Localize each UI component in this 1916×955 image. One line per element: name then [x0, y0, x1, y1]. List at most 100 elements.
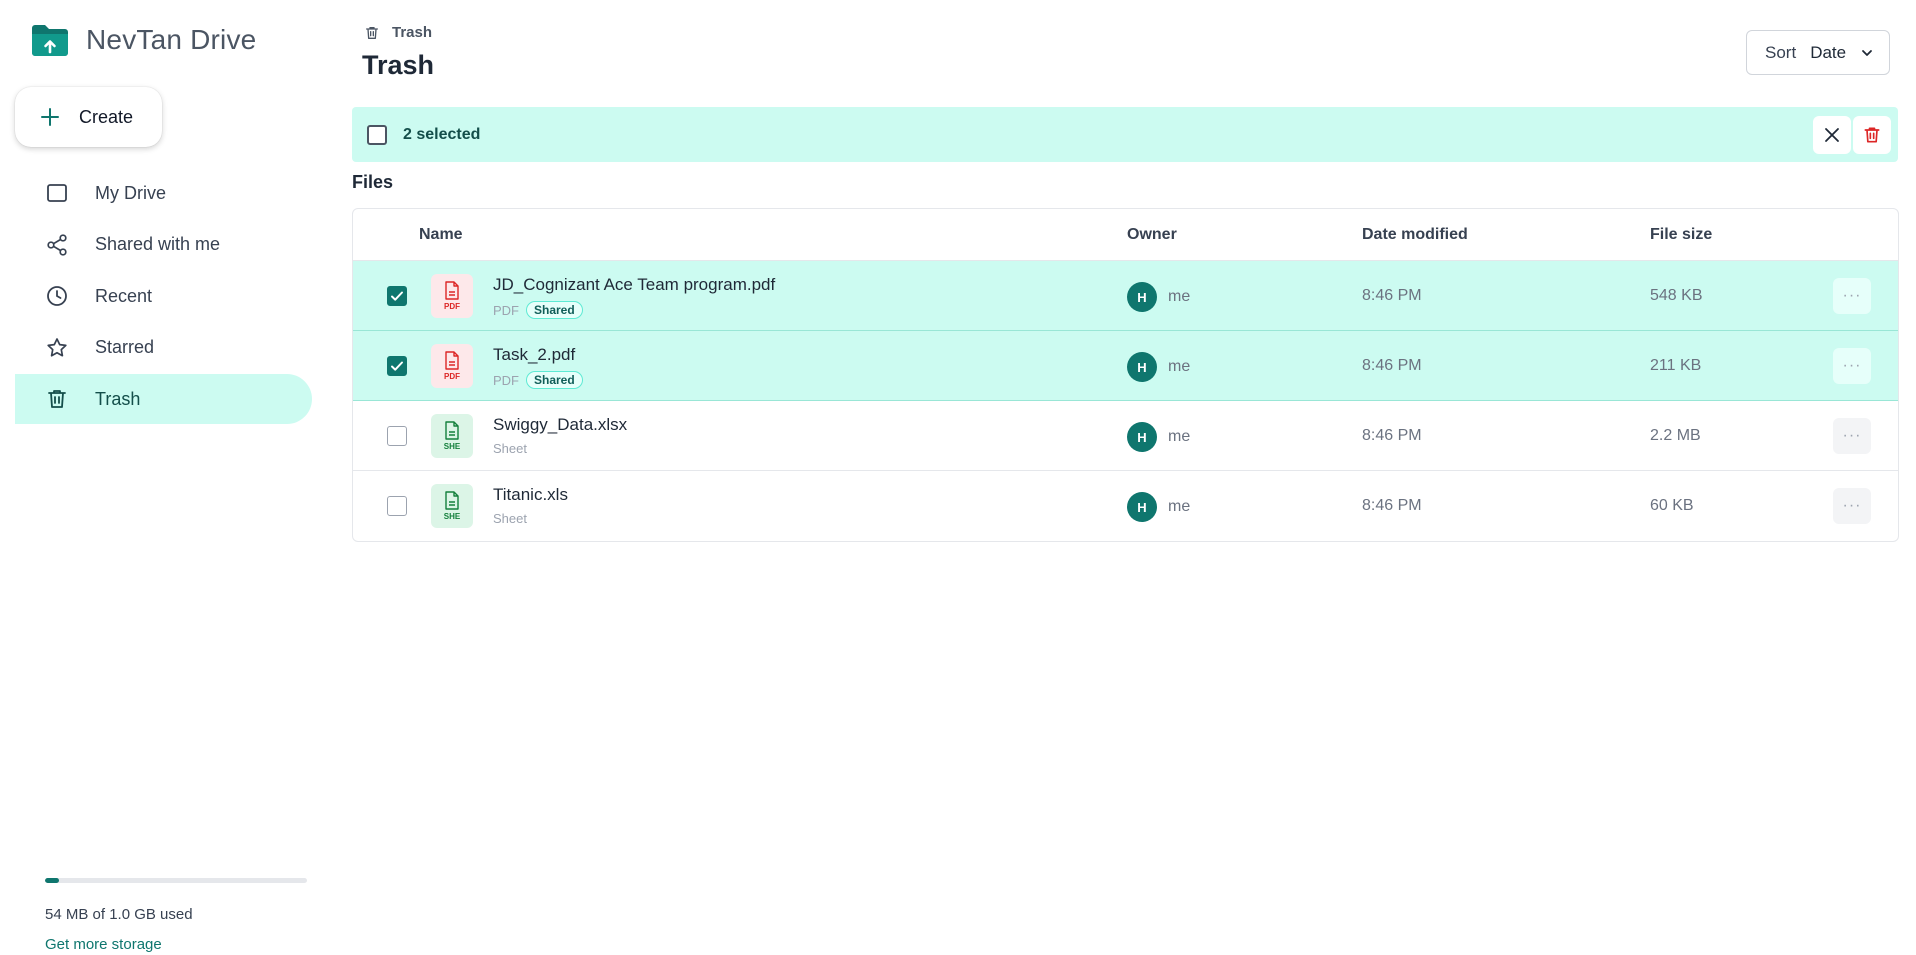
- folder-upload-icon: [32, 25, 68, 56]
- more-options-button[interactable]: ···: [1833, 418, 1871, 454]
- row-checkbox[interactable]: [387, 496, 407, 516]
- sheet-file-icon: SHE: [431, 484, 473, 528]
- date-modified: 8:46 PM: [1362, 497, 1422, 514]
- get-more-storage-link[interactable]: Get more storage: [45, 936, 307, 953]
- clock-icon: [47, 286, 67, 306]
- date-modified: 8:46 PM: [1362, 427, 1422, 444]
- files-table: Name Owner Date modified File size PDF J…: [352, 208, 1899, 542]
- close-icon: [1825, 128, 1839, 142]
- trash-icon: [366, 26, 378, 39]
- spreadsheet-icon: [445, 491, 459, 510]
- sidebar-item-trash[interactable]: Trash: [15, 374, 312, 424]
- file-meta: Sheet: [493, 441, 527, 456]
- owner-cell: H me: [1127, 492, 1190, 522]
- share-icon: [47, 233, 67, 256]
- sidebar-item-label: Shared with me: [95, 234, 221, 254]
- select-all-checkbox[interactable]: [367, 124, 387, 145]
- sidebar-item-label: Trash: [95, 388, 141, 409]
- owner-name: me: [1168, 288, 1191, 305]
- sidebar-item-starred[interactable]: Starred: [15, 323, 312, 373]
- pdf-file-icon: PDF: [431, 344, 473, 388]
- checkmark-icon: [391, 291, 403, 301]
- plus-icon: [41, 108, 59, 126]
- column-date-modified[interactable]: Date modified: [1362, 226, 1468, 244]
- column-name[interactable]: Name: [419, 226, 463, 244]
- owner-cell: H me: [1127, 282, 1190, 312]
- breadcrumb: Trash: [364, 24, 432, 41]
- table-row[interactable]: SHE Swiggy_Data.xlsx Sheet H me 8:46 PM …: [353, 401, 1898, 471]
- file-size: 60 KB: [1650, 497, 1694, 514]
- owner-name: me: [1168, 498, 1191, 515]
- file-type-tag: SHE: [443, 512, 461, 521]
- document-icon: [445, 281, 459, 300]
- avatar: H: [1127, 352, 1157, 382]
- storage-text: 54 MB of 1.0 GB used: [45, 906, 193, 923]
- sidebar-item-label: Starred: [95, 337, 155, 357]
- chevron-down-icon: [1862, 49, 1873, 56]
- owner-cell: H me: [1127, 352, 1190, 382]
- file-type-tag: PDF: [444, 302, 460, 311]
- sidebar-item-my-drive[interactable]: My Drive: [15, 168, 312, 218]
- file-name[interactable]: Titanic.xls: [493, 485, 568, 505]
- selection-bar: 2 selected: [352, 107, 1898, 162]
- page-title: Trash: [362, 50, 435, 80]
- sidebar-item-recent[interactable]: Recent: [15, 271, 312, 321]
- file-meta: PDF Shared: [493, 301, 583, 319]
- breadcrumb-item[interactable]: Trash: [392, 24, 432, 41]
- star-icon: [47, 337, 67, 357]
- create-label: Create: [79, 106, 134, 127]
- sidebar: NevTan Drive Create My Drive Shared with…: [0, 0, 330, 955]
- sidebar-item-shared-with-me[interactable]: Shared with me: [15, 220, 312, 270]
- trash-icon: [1864, 127, 1880, 143]
- avatar: H: [1127, 422, 1157, 452]
- file-size: 2.2 MB: [1650, 427, 1701, 444]
- table-row[interactable]: SHE Titanic.xls Sheet H me 8:46 PM 60 KB…: [353, 471, 1898, 541]
- file-name[interactable]: Task_2.pdf: [493, 345, 575, 365]
- pdf-file-icon: PDF: [431, 274, 473, 318]
- owner-cell: H me: [1127, 422, 1190, 452]
- file-name[interactable]: Swiggy_Data.xlsx: [493, 415, 627, 435]
- file-size: 211 KB: [1650, 357, 1702, 374]
- storage-meter: 54 MB of 1.0 GB used Get more storage: [45, 878, 307, 953]
- trash-icon: [48, 390, 66, 408]
- owner-name: me: [1168, 428, 1191, 445]
- table-header: Name Owner Date modified File size: [353, 209, 1898, 261]
- more-options-button[interactable]: ···: [1833, 348, 1871, 384]
- sheet-file-icon: SHE: [431, 414, 473, 458]
- column-file-size[interactable]: File size: [1650, 226, 1712, 244]
- clear-selection-button[interactable]: [1813, 116, 1851, 154]
- sort-dropdown[interactable]: Sort Date: [1746, 30, 1890, 75]
- table-row[interactable]: PDF Task_2.pdf PDF Shared H me 8:46 PM 2…: [353, 331, 1898, 401]
- row-checkbox[interactable]: [387, 356, 407, 376]
- more-options-button[interactable]: ···: [1833, 278, 1871, 314]
- spreadsheet-icon: [445, 421, 459, 440]
- sort-label: Sort: [1765, 42, 1797, 62]
- app-logo[interactable]: NevTan Drive: [30, 22, 256, 58]
- file-type: PDF: [493, 302, 519, 318]
- file-type-tag: SHE: [443, 442, 461, 451]
- delete-forever-button[interactable]: [1853, 116, 1891, 154]
- shared-badge: Shared: [526, 301, 583, 319]
- date-modified: 8:46 PM: [1362, 287, 1422, 304]
- checkmark-icon: [391, 361, 403, 371]
- sidebar-item-label: My Drive: [95, 182, 166, 203]
- row-checkbox[interactable]: [387, 286, 407, 306]
- more-options-button[interactable]: ···: [1833, 488, 1871, 524]
- sidebar-item-label: Recent: [95, 285, 153, 306]
- owner-name: me: [1168, 358, 1191, 375]
- row-checkbox[interactable]: [387, 426, 407, 446]
- create-button[interactable]: Create: [15, 87, 162, 147]
- app-name: NevTan Drive: [86, 24, 257, 55]
- column-owner[interactable]: Owner: [1127, 226, 1177, 244]
- file-type: PDF: [493, 372, 519, 388]
- file-type: Sheet: [493, 511, 527, 526]
- storage-bar-fill: [45, 878, 60, 883]
- file-type: Sheet: [493, 441, 527, 456]
- sidebar-nav: My Drive Shared with me Recent Starred T…: [15, 168, 312, 426]
- file-name[interactable]: JD_Cognizant Ace Team program.pdf: [493, 275, 775, 295]
- table-row[interactable]: PDF JD_Cognizant Ace Team program.pdf PD…: [353, 261, 1898, 331]
- shared-badge: Shared: [526, 371, 583, 389]
- drive-icon: [47, 184, 67, 202]
- selection-count: 2 selected: [403, 125, 481, 143]
- date-modified: 8:46 PM: [1362, 357, 1422, 374]
